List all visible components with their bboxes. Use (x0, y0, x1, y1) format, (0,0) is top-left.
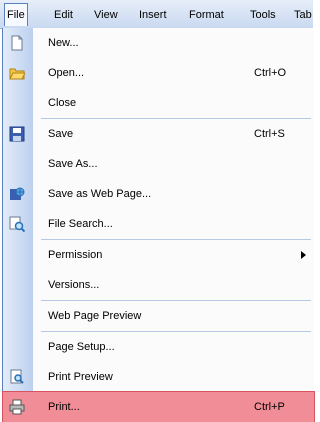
menu-item-label: Print... (48, 401, 80, 413)
menu-item-save[interactable]: Save Ctrl+S (3, 119, 314, 149)
printer-icon (9, 399, 25, 415)
new-document-icon (9, 35, 25, 51)
menu-item-file-search[interactable]: File Search... (3, 209, 314, 239)
menu-item-shortcut: Ctrl+S (254, 128, 285, 140)
menu-table[interactable]: Tab (294, 7, 312, 23)
open-folder-icon (9, 65, 26, 81)
menu-item-label: New... (48, 37, 79, 49)
menu-item-label: Permission (48, 249, 103, 261)
menu-item-label: Web Page Preview (48, 310, 142, 322)
menu-item-label: Open... (48, 67, 85, 79)
menu-item-versions[interactable]: Versions... (3, 270, 314, 300)
file-menu-dropdown: New... Open... Ctrl+O Close Save Ctrl+S … (2, 28, 315, 422)
print-preview-icon (9, 369, 25, 385)
menu-file[interactable]: File (4, 3, 28, 26)
menu-bar: File Edit View Insert Format Tools Tab (0, 0, 313, 29)
menu-item-shortcut: Ctrl+P (254, 401, 285, 413)
menu-item-permission[interactable]: Permission (3, 240, 314, 270)
menu-item-label: Save (48, 128, 74, 140)
menu-item-label: File Search... (48, 218, 113, 230)
menu-item-label: Close (48, 97, 77, 109)
menu-item-save-as-web-page[interactable]: Save as Web Page... (3, 179, 314, 209)
menu-item-close[interactable]: Close (3, 88, 314, 118)
file-search-icon (9, 216, 26, 233)
menu-item-shortcut: Ctrl+O (254, 67, 287, 79)
menu-item-print-preview[interactable]: Print Preview (3, 362, 314, 392)
menu-insert[interactable]: Insert (139, 7, 167, 23)
menu-item-page-setup[interactable]: Page Setup... (3, 332, 314, 362)
menu-item-label: Print Preview (48, 371, 113, 383)
menu-item-label: Versions... (48, 279, 100, 291)
menu-item-save-as[interactable]: Save As... (3, 149, 314, 179)
menu-item-web-page-preview[interactable]: Web Page Preview (3, 301, 314, 331)
menu-format[interactable]: Format (189, 7, 224, 23)
menu-tools[interactable]: Tools (250, 7, 276, 23)
menu-item-print[interactable]: Print... Ctrl+P (2, 391, 315, 422)
menu-item-new[interactable]: New... (3, 28, 314, 58)
menu-item-label: Save As... (48, 158, 98, 170)
menu-item-open[interactable]: Open... Ctrl+O (3, 58, 314, 88)
menu-item-label: Save as Web Page... (48, 188, 152, 200)
save-floppy-icon (9, 126, 25, 142)
menu-edit[interactable]: Edit (54, 7, 73, 23)
web-page-icon (9, 186, 25, 202)
submenu-arrow-icon (301, 251, 306, 259)
menu-item-label: Page Setup... (48, 341, 115, 353)
menu-view[interactable]: View (94, 7, 118, 23)
